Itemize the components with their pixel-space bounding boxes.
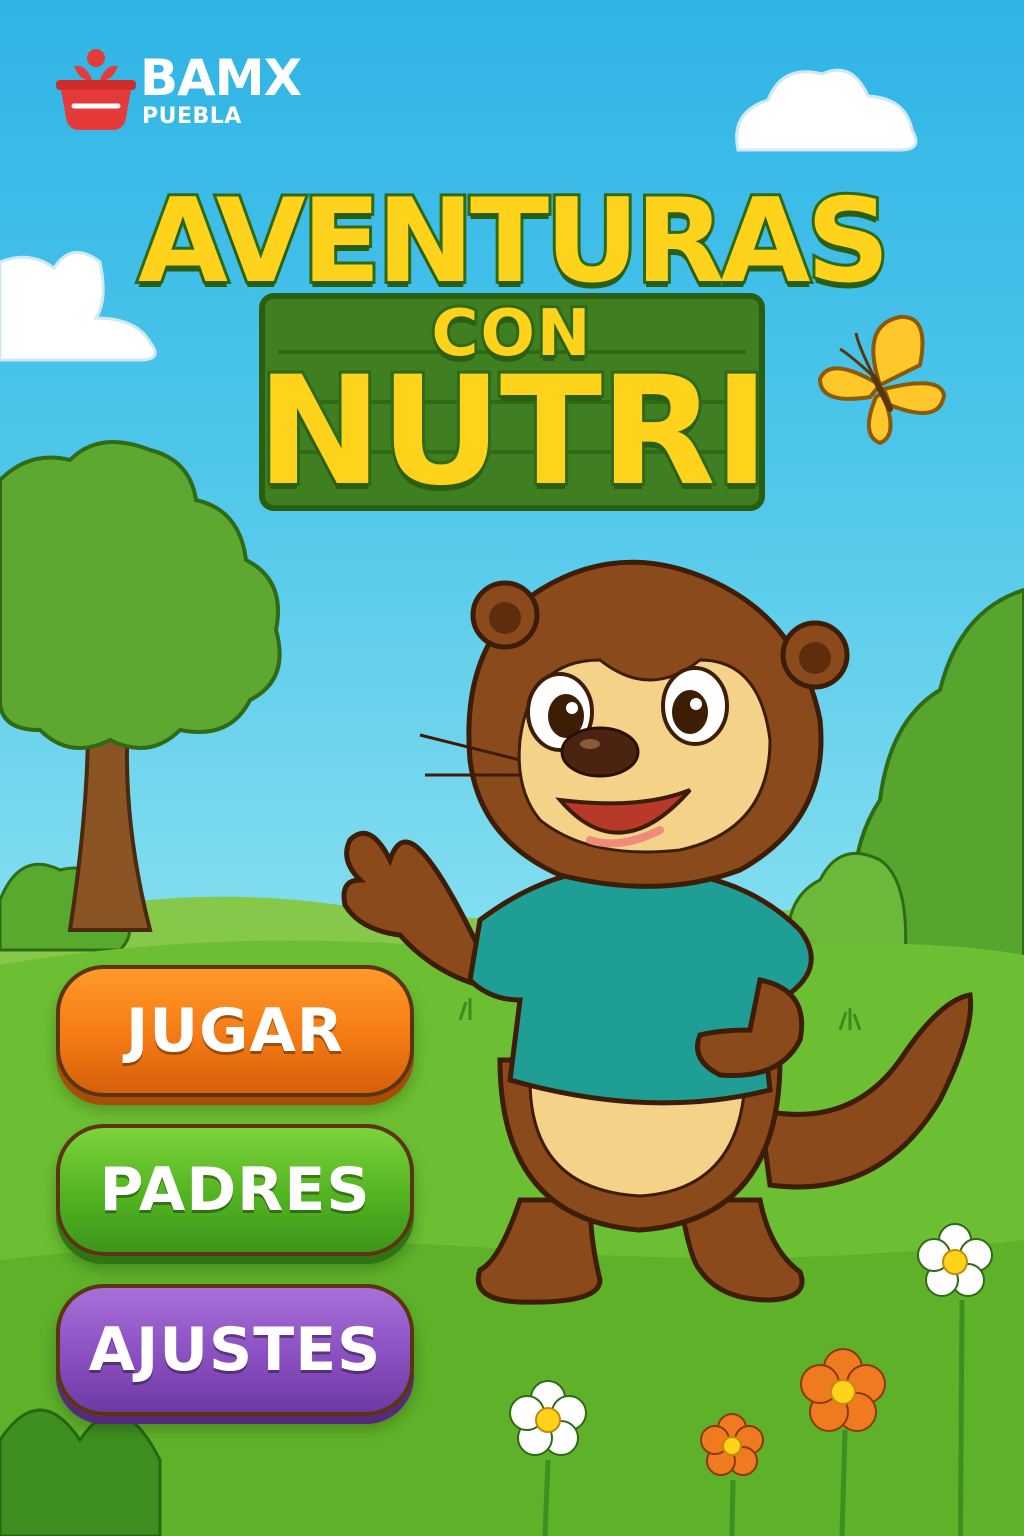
brand-city: PUEBLA xyxy=(142,104,242,129)
game-title-line-3: NUTRI xyxy=(254,345,773,519)
settings-button[interactable]: AJUSTES xyxy=(56,1284,414,1416)
play-button[interactable]: JUGAR xyxy=(56,965,414,1097)
parents-button[interactable]: PADRES xyxy=(56,1124,414,1256)
bush-icon xyxy=(786,587,1024,962)
brand-name: BAMX xyxy=(140,49,302,107)
play-button-label: JUGAR xyxy=(126,996,344,1066)
food-bowl-icon xyxy=(56,49,136,130)
settings-button-label: AJUSTES xyxy=(88,1315,382,1385)
cloud-icon xyxy=(735,68,918,152)
bamx-logo: BAMX PUEBLA xyxy=(56,46,346,136)
game-title-line-1: AVENTURAS xyxy=(135,174,893,309)
tree-icon xyxy=(0,440,282,932)
title-screen: AVENTURAS CON NUTRI BAMX PUEBLA JUGAR PA… xyxy=(0,0,1024,1536)
parents-button-label: PADRES xyxy=(99,1155,371,1225)
